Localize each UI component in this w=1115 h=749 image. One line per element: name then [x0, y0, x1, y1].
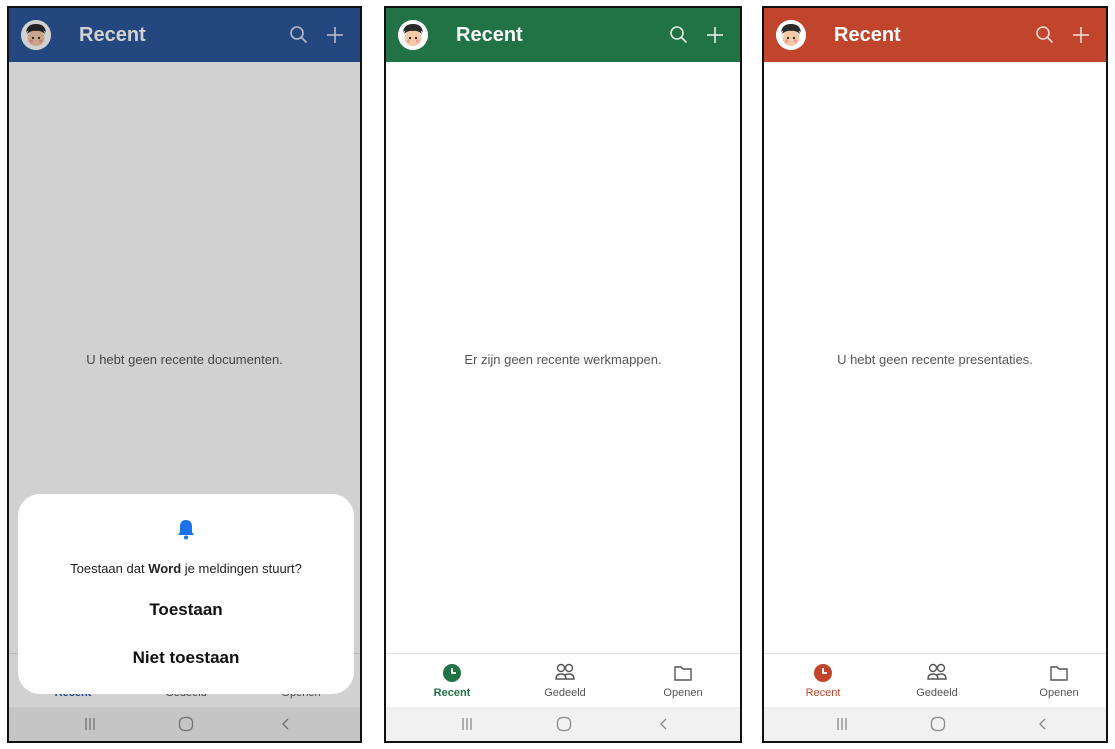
- nav-shared[interactable]: Gedeeld: [525, 662, 605, 699]
- page-title: Recent: [834, 24, 901, 46]
- clock-icon: [412, 662, 492, 684]
- dialog-question: Toestaan dat Word je meldingen stuurt?: [70, 561, 302, 576]
- home-circle-icon[interactable]: [549, 715, 579, 733]
- bell-icon: [18, 518, 354, 540]
- back-chevron-icon[interactable]: [1028, 715, 1058, 733]
- plus-icon: [707, 27, 723, 43]
- add-button[interactable]: [1066, 20, 1096, 50]
- dialog-app-name: Word: [148, 561, 182, 576]
- people-icon: [897, 662, 977, 684]
- powerpoint-phone-screen: Recent U hebt geen recente presentaties.…: [762, 6, 1108, 743]
- bottom-navigation: Recent Gedeeld Openen: [764, 653, 1106, 707]
- empty-state-message: U hebt geen recente presentaties.: [837, 352, 1033, 367]
- home-circle-icon[interactable]: [923, 715, 953, 733]
- avatar[interactable]: [398, 20, 428, 50]
- search-icon: [670, 26, 688, 44]
- back-chevron-icon[interactable]: [649, 715, 679, 733]
- bottom-navigation: Recent Gedeeld Openen: [386, 653, 740, 707]
- nav-recent[interactable]: Recent: [412, 662, 492, 699]
- nav-open-label: Openen: [663, 687, 703, 699]
- recent-list-area: Er zijn geen recente werkmappen.: [386, 62, 740, 653]
- folder-icon: [1019, 662, 1099, 684]
- nav-open-label: Openen: [1039, 687, 1079, 699]
- nav-open[interactable]: Openen: [1019, 662, 1099, 699]
- folder-icon: [643, 662, 723, 684]
- allow-button[interactable]: Toestaan: [58, 596, 314, 624]
- nav-recent-label: Recent: [433, 687, 471, 699]
- clock-icon: [783, 662, 863, 684]
- word-phone-screen: Recent U hebt geen recente documenten. R…: [7, 6, 362, 743]
- avatar-icon: [398, 20, 428, 50]
- page-title: Recent: [456, 24, 523, 46]
- people-icon: [525, 662, 605, 684]
- app-header: Recent: [764, 8, 1106, 62]
- system-navigation-bar: [386, 707, 740, 741]
- nav-shared[interactable]: Gedeeld: [897, 662, 977, 699]
- avatar-icon: [776, 20, 806, 50]
- plus-icon: [1073, 27, 1089, 43]
- nav-shared-label: Gedeeld: [916, 687, 958, 699]
- empty-state-message: Er zijn geen recente werkmappen.: [464, 352, 662, 367]
- search-button[interactable]: [664, 20, 694, 50]
- nav-open[interactable]: Openen: [643, 662, 723, 699]
- recents-lines-icon[interactable]: [452, 715, 482, 733]
- recent-list-area: U hebt geen recente presentaties.: [764, 62, 1106, 653]
- nav-recent-label: Recent: [805, 687, 841, 699]
- system-navigation-bar: [764, 707, 1106, 741]
- avatar[interactable]: [776, 20, 806, 50]
- search-button[interactable]: [1030, 20, 1060, 50]
- deny-button[interactable]: Niet toestaan: [58, 644, 314, 672]
- recents-lines-icon[interactable]: [827, 715, 857, 733]
- search-icon: [1036, 26, 1054, 44]
- add-button[interactable]: [700, 20, 730, 50]
- notification-permission-dialog: Toestaan dat Word je meldingen stuurt? T…: [18, 494, 354, 694]
- nav-shared-label: Gedeeld: [544, 687, 586, 699]
- app-header: Recent: [386, 8, 740, 62]
- excel-phone-screen: Recent Er zijn geen recente werkmappen. …: [384, 6, 742, 743]
- nav-recent[interactable]: Recent: [783, 662, 863, 699]
